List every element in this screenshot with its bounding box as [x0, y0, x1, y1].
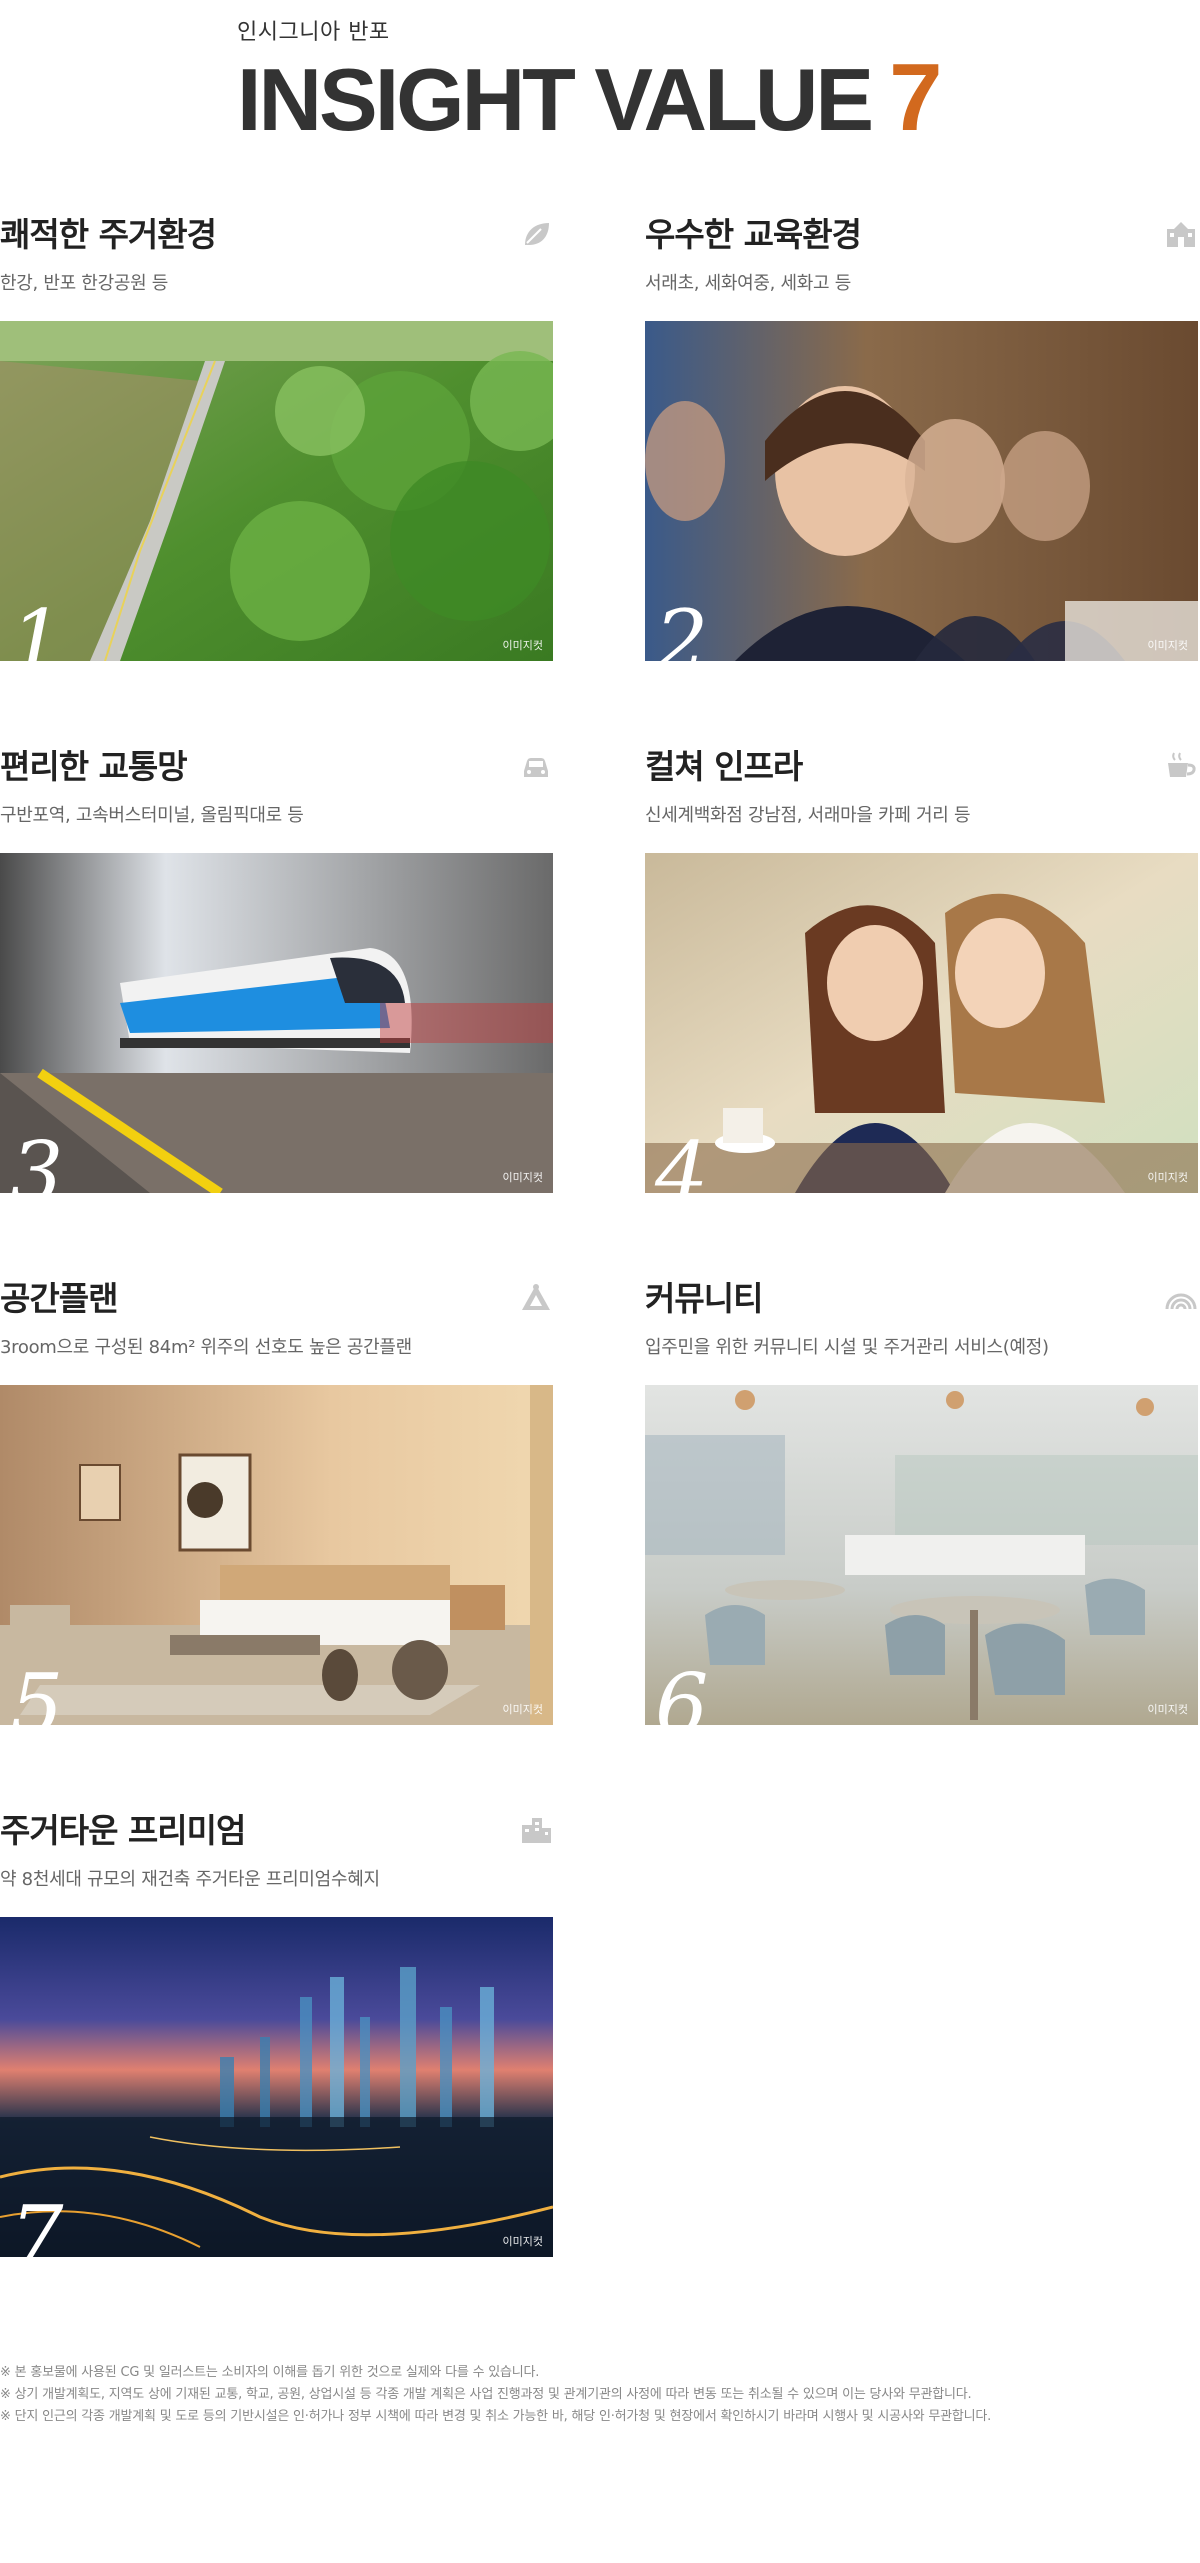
value-card-community: 커뮤니티 입주민을 위한 커뮤니티 시설 및 주거관리 서비스(예정) 6 이미…: [645, 1279, 1198, 1725]
image-cut-label: 이미지컷: [1147, 1703, 1188, 1716]
card-title: 공간플랜: [0, 1279, 118, 1318]
disclaimer-notes: ※ 본 홍보물에 사용된 CG 및 일러스트는 소비자의 이해를 돕기 위한 것…: [0, 2362, 1200, 2428]
card-title: 우수한 교육환경: [645, 215, 862, 254]
card-number: 7: [10, 2188, 64, 2257]
card-title: 컬쳐 인프라: [645, 747, 803, 786]
bedroom-image: 5 이미지컷: [0, 1385, 553, 1725]
complex-name: 인시그니아 반포: [237, 20, 390, 45]
page-header: 인시그니아 반포 INSIGHT VALUE 7: [237, 14, 942, 151]
value-card-culture: 컬쳐 인프라 신세계백화점 강남점, 서래마을 카페 거리 등 4 이미지컷: [645, 747, 1198, 1193]
value-card-living-environment: 쾌적한 주거환경 한강, 반포 한강공원 등 1 이미지컷: [0, 215, 553, 661]
card-description: 서래초, 세화여중, 세화고 등: [645, 273, 851, 294]
image-cut-label: 이미지컷: [502, 1703, 543, 1716]
students-image: 2 이미지컷: [645, 321, 1198, 661]
card-description: 3room으로 구성된 84m² 위주의 선호도 높은 공간플랜: [0, 1337, 412, 1358]
value-card-space-plan: 공간플랜 3room으로 구성된 84m² 위주의 선호도 높은 공간플랜 5 …: [0, 1279, 553, 1725]
card-description: 한강, 반포 한강공원 등: [0, 273, 169, 294]
card-title: 쾌적한 주거환경: [0, 215, 217, 254]
image-cut-label: 이미지컷: [502, 2235, 543, 2248]
school-icon: [1164, 217, 1198, 251]
image-cut-label: 이미지컷: [502, 639, 543, 652]
headline-text: INSIGHT VALUE: [237, 50, 874, 149]
image-cut-label: 이미지컷: [1147, 1171, 1188, 1184]
card-title: 커뮤니티: [645, 1279, 763, 1318]
park-path-image: 1 이미지컷: [0, 321, 553, 661]
card-number: 5: [10, 1656, 64, 1725]
card-title: 주거타운 프리미엄: [0, 1811, 246, 1850]
disclaimer-line: ※ 단지 인근의 각종 개발계획 및 도로 등의 기반시설은 인·허가나 정부 …: [0, 2409, 992, 2424]
card-description: 입주민을 위한 커뮤니티 시설 및 주거관리 서비스(예정): [645, 1337, 1049, 1358]
image-cut-label: 이미지컷: [1147, 639, 1188, 652]
car-icon: [519, 749, 553, 783]
card-number: 6: [655, 1656, 709, 1725]
value-card-education: 우수한 교육환경 서래초, 세화여중, 세화고 등 2 이미지컷: [645, 215, 1198, 661]
leaf-icon: [519, 217, 553, 251]
insight-value-page: 인시그니아 반포 INSIGHT VALUE 7 쾌적한 주거환경 한강, 반포…: [0, 0, 1200, 2563]
value-card-transportation: 편리한 교통망 구반포역, 고속버스터미널, 올림픽대로 등 3 이미지컷: [0, 747, 553, 1193]
value-card-town-premium: 주거타운 프리미엄 약 8천세대 규모의 재건축 주거타운 프리미엄수혜지 7 …: [0, 1811, 553, 2257]
disclaimer-line: ※ 본 홍보물에 사용된 CG 및 일러스트는 소비자의 이해를 돕기 위한 것…: [0, 2365, 540, 2380]
card-number: 4: [655, 1124, 709, 1193]
card-description: 구반포역, 고속버스터미널, 올림픽대로 등: [0, 805, 304, 826]
rainbow-icon: [1164, 1281, 1198, 1315]
triangle-ruler-icon: [519, 1281, 553, 1315]
card-title: 편리한 교통망: [0, 747, 188, 786]
card-number: 3: [10, 1124, 64, 1193]
train-image: 3 이미지컷: [0, 853, 553, 1193]
image-cut-label: 이미지컷: [502, 1171, 543, 1184]
disclaimer-line: ※ 상기 개발계획도, 지역도 상에 기재된 교통, 학교, 공원, 상업시설 …: [0, 2387, 972, 2402]
card-number: 1: [10, 592, 64, 661]
buildings-icon: [519, 1813, 553, 1847]
card-description: 약 8천세대 규모의 재건축 주거타운 프리미엄수혜지: [0, 1869, 380, 1890]
headline-number: 7: [889, 44, 942, 151]
page-title: INSIGHT VALUE 7: [237, 44, 942, 151]
city-night-image: 7 이미지컷: [0, 1917, 553, 2257]
coffee-cup-icon: [1164, 749, 1198, 783]
community-lounge-image: 6 이미지컷: [645, 1385, 1198, 1725]
cafe-friends-image: 4 이미지컷: [645, 853, 1198, 1193]
card-description: 신세계백화점 강남점, 서래마을 카페 거리 등: [645, 805, 971, 826]
card-number: 2: [655, 592, 709, 661]
